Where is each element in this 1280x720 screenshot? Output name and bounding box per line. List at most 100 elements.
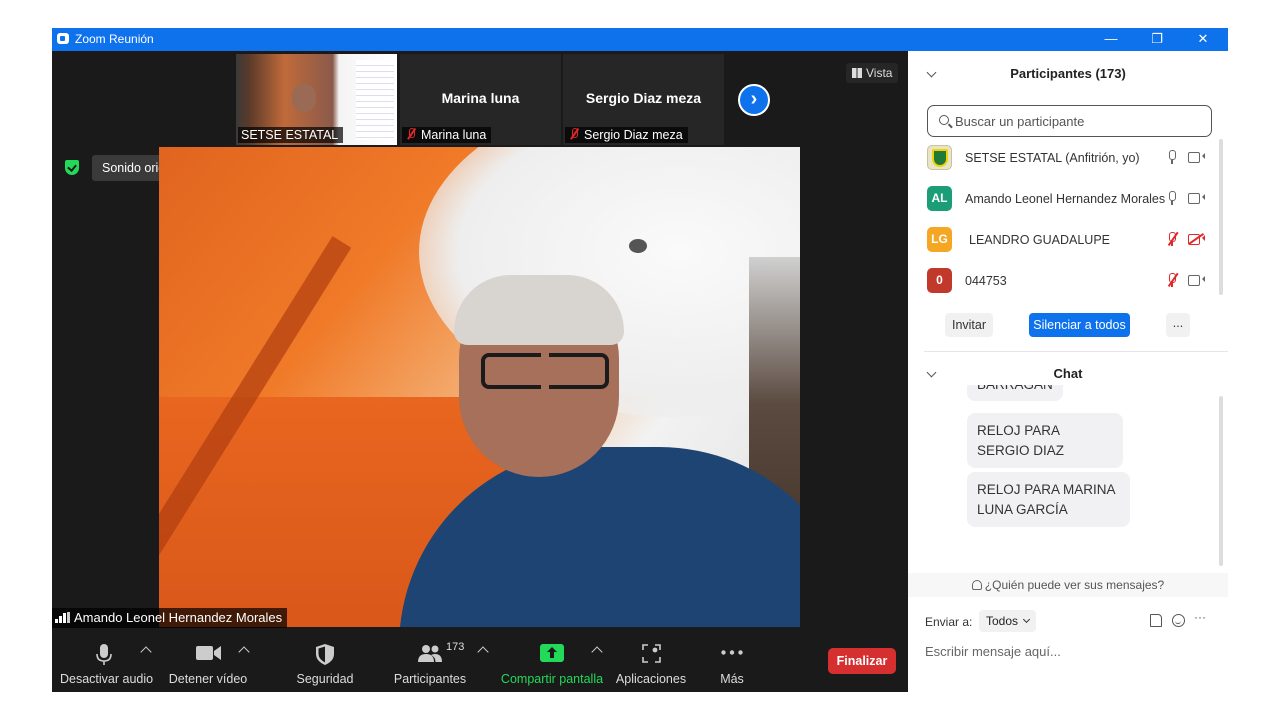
preview-document <box>356 60 394 140</box>
participants-icon <box>418 645 442 662</box>
thumbnail-name: Sergio Diaz meza <box>585 90 702 106</box>
meeting-controls: Desactivar audio Detener vídeo Seguridad <box>52 636 908 692</box>
security-button[interactable]: Seguridad <box>288 636 362 692</box>
participant-row[interactable]: 0 044753 <box>908 261 1218 302</box>
video-camera-icon[interactable] <box>1188 192 1205 204</box>
participant-name: LEANDRO GUADALUPE <box>969 233 1111 247</box>
thumbnail-setse-estatal[interactable]: SETSE ESTATAL <box>236 54 397 145</box>
participant-count-badge: 173 <box>446 641 465 653</box>
microphone-muted-icon[interactable] <box>1167 272 1179 287</box>
thumbnail-sergio-diaz[interactable]: Sergio Diaz meza Sergio Diaz meza <box>563 54 724 145</box>
more-label: Más <box>720 672 744 686</box>
chat-messages: BARRAGAN RELOJ PARA SERGIO DIAZ RELOJ PA… <box>908 385 1228 571</box>
participant-avatar <box>927 145 952 170</box>
title-bar: Zoom Reunión — ❐ ✕ <box>52 28 1228 51</box>
close-button[interactable]: ✕ <box>1180 28 1226 51</box>
zoom-window: Zoom Reunión — ❐ ✕ SETSE ESTATAL Marina … <box>52 28 1228 692</box>
mic-muted-icon <box>568 128 580 140</box>
apps-button[interactable]: Aplicaciones <box>614 636 688 692</box>
signal-bars-icon <box>55 612 70 623</box>
union-logo-icon <box>932 149 948 167</box>
security-shield-icon <box>316 644 334 665</box>
video-camera-off-icon[interactable] <box>1188 232 1205 245</box>
participant-row[interactable]: LG LEANDRO GUADALUPE <box>908 220 1218 261</box>
who-can-see-messages-link[interactable]: ¿Quién puede ver sus mensajes? <box>908 573 1228 597</box>
video-person-hair <box>454 275 624 345</box>
send-to-dropdown[interactable]: Todos <box>979 610 1037 632</box>
microphone-icon <box>96 644 112 665</box>
invite-button[interactable]: Invitar <box>945 313 993 337</box>
minimize-button[interactable]: — <box>1088 28 1134 51</box>
participant-avatar: AL <box>927 186 952 211</box>
file-icon[interactable] <box>1150 614 1162 627</box>
chat-message: RELOJ PARA SERGIO DIAZ <box>967 413 1123 468</box>
microphone-icon[interactable] <box>1167 150 1177 164</box>
more-button[interactable]: Más <box>710 636 754 692</box>
participants-button[interactable]: 173 Participantes <box>390 636 470 692</box>
participant-name: SETSE ESTATAL (Anfitrión, yo) <box>965 151 1140 165</box>
view-button[interactable]: Vista <box>846 63 899 83</box>
apps-label: Aplicaciones <box>615 672 687 686</box>
video-person-glasses <box>481 353 609 389</box>
video-camera-icon[interactable] <box>1188 274 1205 286</box>
chat-message-input[interactable] <box>925 640 1215 662</box>
share-label: Compartir pantalla <box>500 672 604 686</box>
next-page-arrow-icon[interactable]: › <box>738 84 770 116</box>
active-speaker-video <box>159 147 800 627</box>
microphone-muted-icon[interactable] <box>1167 231 1179 246</box>
participants-scrollbar[interactable] <box>1219 139 1223 295</box>
stop-video-button[interactable]: Detener vídeo <box>166 636 250 692</box>
end-meeting-button[interactable]: Finalizar <box>828 648 896 674</box>
search-icon <box>939 115 949 125</box>
video-camera-icon[interactable] <box>1188 151 1205 163</box>
microphone-icon[interactable] <box>1167 191 1177 205</box>
more-dots-icon <box>721 650 743 655</box>
thumbnail-label: Sergio Diaz meza <box>565 127 688 143</box>
participant-row[interactable]: SETSE ESTATAL (Anfitrión, yo) <box>908 138 1218 179</box>
participants-options-caret[interactable] <box>477 646 489 658</box>
chat-more-icon[interactable]: ··· <box>1194 611 1208 627</box>
mute-all-button[interactable]: Silenciar a todos <box>1029 313 1130 337</box>
restore-button[interactable]: ❐ <box>1134 28 1180 51</box>
participant-name: Amando Leonel Hernandez Morales <box>965 192 1166 206</box>
zoom-logo-icon <box>57 33 69 44</box>
participant-name: 044753 <box>965 274 1007 288</box>
grid-icon <box>852 68 862 78</box>
apps-icon <box>642 644 661 663</box>
video-camera-icon <box>196 646 221 660</box>
chat-scrollbar[interactable] <box>1219 396 1223 566</box>
chat-title: Chat <box>1053 366 1083 381</box>
person-icon <box>971 580 982 590</box>
window-title: Zoom Reunión <box>75 32 154 46</box>
participant-search-input[interactable] <box>955 112 1205 130</box>
participant-search-box[interactable] <box>927 105 1212 137</box>
video-area: SETSE ESTATAL Marina luna Marina luna Se… <box>52 51 908 692</box>
thumbnail-name: Marina luna <box>441 90 520 106</box>
mute-audio-button[interactable]: Desactivar audio <box>60 636 154 692</box>
chat-message: RELOJ PARA MARINA LUNA GARCÍA <box>967 472 1130 527</box>
participants-title: Participantes (173) <box>1010 66 1126 81</box>
share-screen-button[interactable]: Compartir pantalla <box>498 636 606 692</box>
emoji-icon[interactable] <box>1172 614 1185 627</box>
participant-avatar: LG <box>927 227 952 252</box>
share-screen-icon <box>540 644 564 662</box>
encryption-shield-icon <box>65 160 79 175</box>
send-to-label: Enviar a: <box>925 615 973 629</box>
audio-label: Desactivar audio <box>60 672 154 686</box>
participants-more-button[interactable]: ... <box>1166 313 1190 337</box>
security-label: Seguridad <box>296 672 354 686</box>
thumbnail-label: SETSE ESTATAL <box>238 127 344 143</box>
side-panel: Participantes (173) SETSE ESTATAL (Anfit… <box>908 51 1228 692</box>
participant-row[interactable]: AL Amando Leonel Hernandez Morales <box>908 179 1218 220</box>
speaker-name-label: Amando Leonel Hernandez Morales <box>52 608 288 628</box>
chat-message: BARRAGAN <box>967 385 1063 401</box>
mic-muted-icon <box>405 128 417 140</box>
participant-avatar: 0 <box>927 268 952 293</box>
thumbnail-marina-luna[interactable]: Marina luna Marina luna <box>400 54 561 145</box>
preview-person <box>292 84 316 112</box>
video-spot <box>629 239 647 253</box>
panel-divider <box>924 351 1228 352</box>
thumbnail-label: Marina luna <box>402 127 492 143</box>
video-label: Detener vídeo <box>168 672 248 686</box>
participants-label: Participantes <box>393 672 467 686</box>
